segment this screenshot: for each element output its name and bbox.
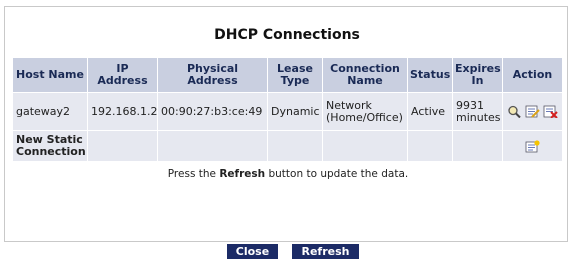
header-host-name: Host Name <box>12 57 88 93</box>
dhcp-connections-table: Host Name IP Address Physical Address Le… <box>12 57 563 162</box>
header-status: Status <box>407 57 453 93</box>
new-entry-icon[interactable] <box>525 139 540 153</box>
empty-cell <box>407 130 453 162</box>
header-action: Action <box>502 57 563 93</box>
host-name-link[interactable]: gateway2 <box>12 92 88 131</box>
empty-cell <box>157 130 268 162</box>
new-static-connection-link[interactable]: New Static Connection <box>12 130 88 162</box>
empty-cell <box>87 130 158 162</box>
lease-type-cell: Dynamic <box>267 92 323 131</box>
physical-address-cell: 00:90:27:b3:ce:49 <box>157 92 268 131</box>
action-cell <box>502 92 563 131</box>
delete-icon[interactable] <box>543 105 558 119</box>
refresh-instruction: Press the Refresh button to update the d… <box>167 168 409 180</box>
edit-icon[interactable] <box>525 105 540 118</box>
refresh-button[interactable]: Refresh <box>292 244 359 259</box>
action-cell <box>502 130 563 162</box>
empty-cell <box>322 130 408 162</box>
close-button[interactable]: Close <box>227 244 278 259</box>
page-title: DHCP Connections <box>214 27 360 43</box>
expires-in-cell: 9931 minutes <box>452 92 503 131</box>
header-connection-name: Connection Name <box>322 57 408 93</box>
status-cell: Active <box>407 92 453 131</box>
table-header-row: Host Name IP Address Physical Address Le… <box>12 57 563 93</box>
header-lease-type: Lease Type <box>267 57 323 93</box>
refresh-keyword: Refresh <box>219 168 266 180</box>
empty-cell <box>452 130 503 162</box>
header-physical-address: Physical Address <box>157 57 268 93</box>
dialog-frame: DHCP Connections Host Name IP Address Ph… <box>4 6 568 242</box>
header-ip-address: IP Address <box>87 57 158 93</box>
ip-address-cell: 192.168.1.2 <box>87 92 158 131</box>
magnifier-icon[interactable] <box>507 105 522 119</box>
empty-cell <box>267 130 323 162</box>
table-row: gateway2 192.168.1.2 00:90:27:b3:ce:49 D… <box>12 92 563 131</box>
header-expires-in: Expires In <box>452 57 503 93</box>
connection-name-link[interactable]: Network (Home/Office) <box>322 92 408 131</box>
table-row: New Static Connection <box>12 130 563 162</box>
